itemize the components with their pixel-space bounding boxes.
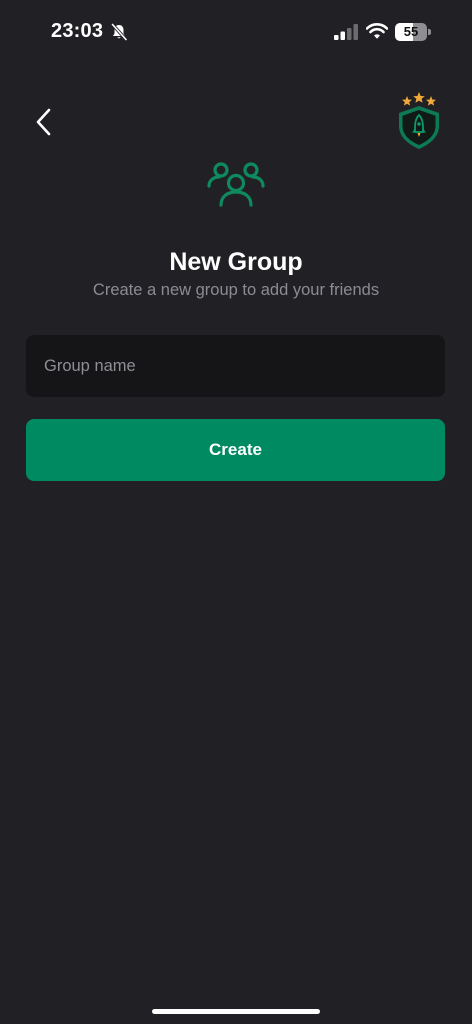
home-indicator[interactable]: [152, 1009, 320, 1014]
wifi-icon: [366, 23, 388, 39]
rocket-shield-badge-icon[interactable]: [393, 92, 445, 150]
battery-indicator: 55: [395, 23, 431, 41]
status-time: 23:03: [51, 20, 104, 42]
new-group-screen: 23:03 55 New Group Create a new group to…: [0, 0, 472, 1024]
page-title: New Group: [169, 248, 303, 276]
battery-level: 55: [403, 24, 419, 39]
status-bar: 23:03 55: [0, 0, 472, 64]
chevron-left-icon: [36, 108, 51, 136]
back-button[interactable]: [26, 100, 62, 144]
signal-icon: [334, 24, 358, 40]
page-subtitle: Create a new group to add your friends: [92, 281, 380, 299]
group-name-input[interactable]: [26, 335, 445, 397]
bell-slash-icon: [111, 23, 128, 41]
battery-cap: [428, 29, 431, 35]
create-button[interactable]: Create: [26, 419, 445, 481]
group-users-icon: [207, 162, 265, 207]
